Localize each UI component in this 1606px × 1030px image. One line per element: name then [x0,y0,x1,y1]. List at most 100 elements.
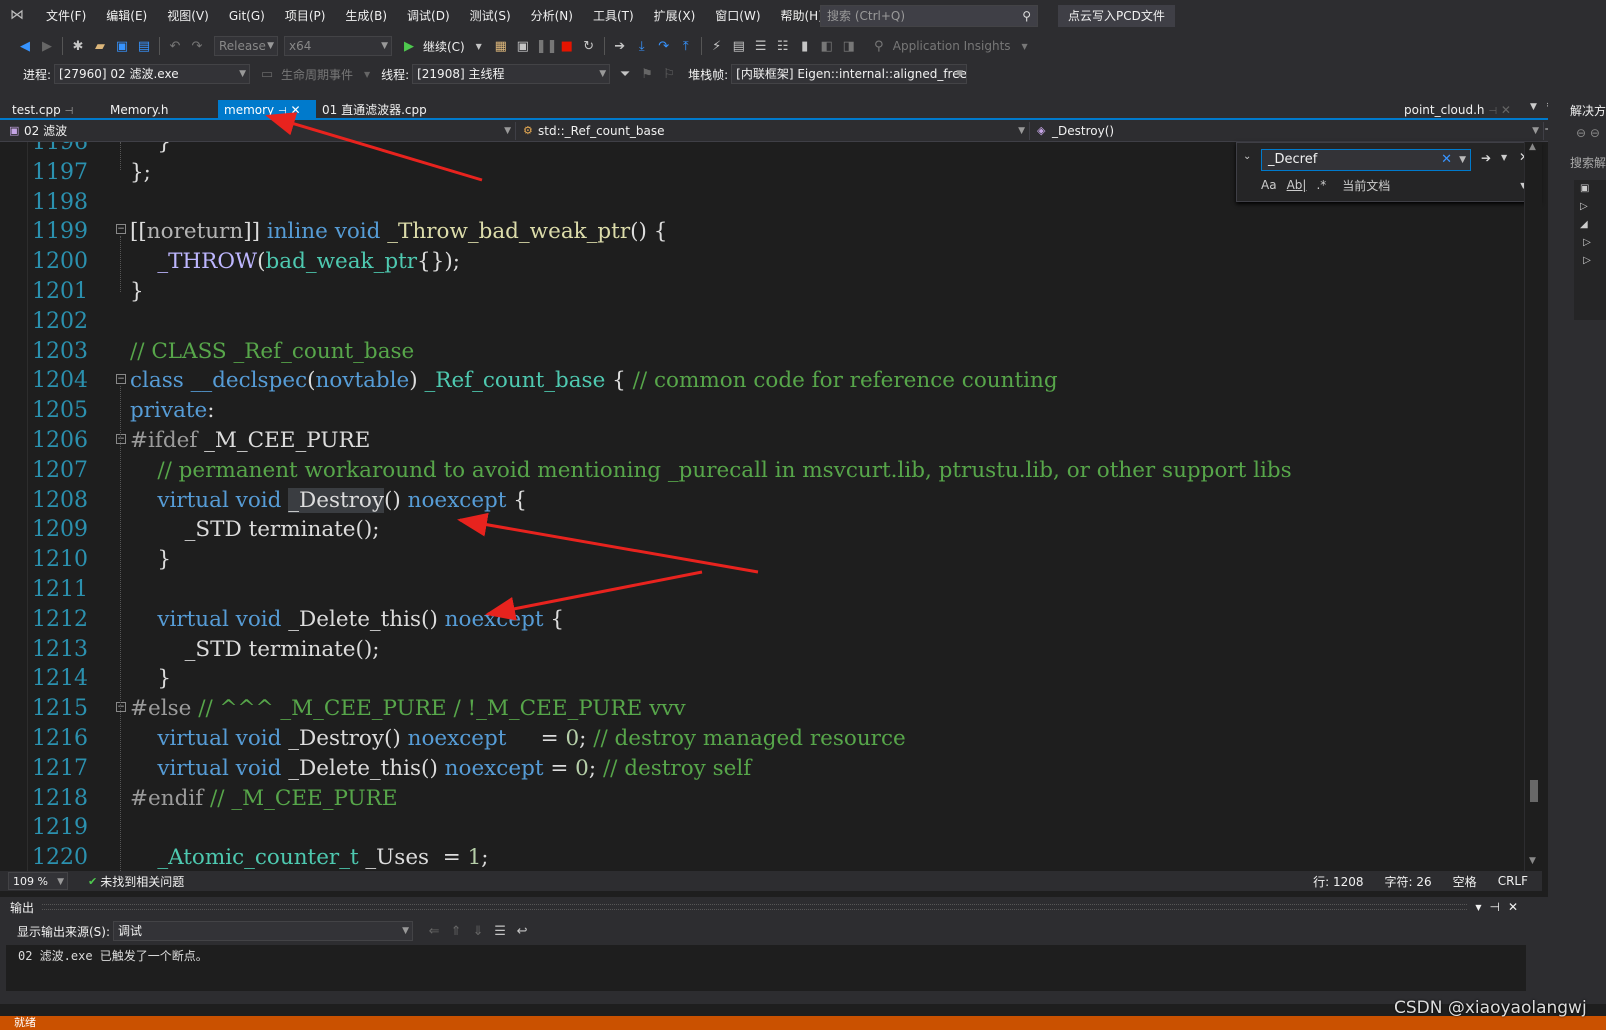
forward-icon[interactable]: ▶ [38,39,56,54]
collapse-icon[interactable]: − [116,374,126,384]
panel-grip[interactable] [42,904,1468,910]
code-line[interactable]: } [130,545,171,575]
output-source-select[interactable]: 调试 ▼ [113,921,414,941]
find-message-icon[interactable]: ⇐ [425,924,443,939]
pin-icon[interactable]: ⊣ [1488,106,1497,117]
bookmark-next-icon[interactable]: ◨ [840,39,858,54]
collapse-icon[interactable]: − [116,434,126,444]
solution-search-input[interactable]: 搜索解 [1570,154,1606,171]
show-next-statement-icon[interactable]: ➔ [611,39,629,54]
stackframe-select[interactable]: [内联框架] Eigen::internal::aligned_free ▼ [731,64,968,84]
collapse-icon[interactable]: − [116,224,126,234]
menu-window[interactable]: 窗口(W) [705,0,770,32]
code-line[interactable]: #endif // _M_CEE_PURE [130,784,398,814]
bookmark-prev-icon[interactable]: ◧ [818,39,836,54]
code-line[interactable]: } [130,664,171,694]
find-scope-select[interactable]: 当前文档 [1342,177,1390,194]
code-line[interactable]: virtual void _Destroy() noexcept = 0; //… [130,724,905,754]
code-line[interactable]: }; [130,158,151,188]
menu-edit[interactable]: 编辑(E) [96,0,157,32]
code-line[interactable]: private: [130,396,215,426]
tab-passthrough-filter-cpp[interactable]: 01 直通滤波器.cpp [316,100,433,120]
app-insights-button[interactable]: Application Insights [893,39,1011,53]
code-line[interactable]: // CLASS _Ref_count_base [130,337,414,367]
member-select[interactable]: ◈ _Destroy() ▼ [1034,122,1544,140]
code-line[interactable]: } [130,142,171,158]
platform-select[interactable]: x64 ▼ [284,36,392,56]
code-line[interactable]: // permanent workaround to avoid mention… [130,456,1291,486]
prev-message-icon[interactable]: ⇑ [447,924,465,939]
output-text[interactable]: 02 滤波.exe 已触发了一个断点。 [6,945,1526,991]
close-icon[interactable]: ✕ [1501,103,1511,117]
new-item-icon[interactable]: ✱ [69,39,87,54]
pause-icon[interactable]: ❚❚ [536,39,558,54]
code-line[interactable]: } [130,277,144,307]
menu-git[interactable]: Git(G) [219,0,275,32]
restart-icon[interactable]: ↻ [580,39,598,54]
step-out-icon[interactable]: ⤒ [677,39,695,54]
format-icon[interactable]: ☰ [752,39,770,54]
code-text[interactable]: }}; [[noreturn]] inline void _Throw_bad_w… [130,142,1530,871]
breakpoint-margin[interactable] [0,142,28,871]
code-line[interactable]: [[noreturn]] inline void _Throw_bad_weak… [130,217,667,247]
bookmark-icon[interactable]: ▮ [796,39,814,54]
menu-file[interactable]: 文件(F) [36,0,96,32]
whitespace-indicator[interactable]: 空格 [1453,873,1477,890]
clear-icon[interactable]: ✕ [1441,150,1452,170]
close-icon[interactable]: ✕ [291,103,301,117]
tab-memory[interactable]: memory ⊣ ✕ [218,100,316,120]
chevron-down-icon[interactable]: ▼ [1459,150,1466,170]
match-case-icon[interactable]: Aa [1261,178,1277,192]
flag-all-icon[interactable]: ⚐ [660,67,678,82]
tab-memory-h[interactable]: Memory.h [104,100,175,120]
menu-project[interactable]: 项目(P) [275,0,336,32]
undo-icon[interactable]: ↶ [166,39,184,54]
clear-all-icon[interactable]: ☰ [491,924,509,939]
code-line[interactable]: virtual void _Delete_this() noexcept { [130,605,564,635]
step-over-icon[interactable]: ↷ [655,39,673,54]
code-line[interactable]: _STD terminate(); [130,635,380,665]
lifecycle-events-button[interactable]: 生命周期事件 [281,66,353,83]
regex-icon[interactable]: .* [1316,178,1326,192]
code-line[interactable]: #else // ^^^ _M_CEE_PURE / !_M_CEE_PURE … [130,694,686,724]
chevron-down-icon[interactable]: ▼ [470,42,488,51]
expand-replace-icon[interactable]: ⌄ [1243,151,1251,162]
line-ending-indicator[interactable]: CRLF [1498,874,1528,888]
zoom-select[interactable]: 109 % ▼ [8,872,68,890]
menu-analyze[interactable]: 分析(N) [521,0,583,32]
chevron-down-icon[interactable]: ▼ [358,70,376,79]
open-file-icon[interactable]: ▰ [91,39,109,54]
code-editor[interactable]: 1196 1197 1198 1199 1200 1201 1202 1203 1204 1205… [0,142,1542,871]
code-line[interactable]: _Atomic_counter_t _Uses = 1; [130,843,488,871]
find-next-icon[interactable]: ➔ [1481,151,1491,165]
config-select[interactable]: Release ▼ [214,36,278,56]
menu-extensions[interactable]: 扩展(X) [644,0,706,32]
menu-tools[interactable]: 工具(T) [583,0,644,32]
collapse-icon[interactable]: − [116,702,126,712]
chevron-down-icon[interactable]: ▼ [1016,42,1034,51]
diagnostics-icon[interactable]: ▤ [730,39,748,54]
line-indicator[interactable]: 行: 1208 [1313,873,1363,890]
scrollbar-thumb[interactable] [1530,780,1538,802]
stop-icon[interactable]: ■ [558,39,576,54]
lightbulb-icon[interactable]: ⚲ [870,39,888,54]
word-wrap-icon[interactable]: ↩ [513,924,531,939]
code-line[interactable]: class __declspec(novtable) _Ref_count_ba… [130,366,1058,396]
close-icon[interactable]: ✕ [1508,900,1518,914]
issues-status[interactable]: 未找到相关问题 [100,873,184,890]
pin-icon[interactable]: ⊣ [1489,900,1499,914]
find-input[interactable]: _Decref ✕ ▼ [1261,149,1471,171]
chevron-down-icon[interactable]: ▼ [1475,903,1481,912]
pin-icon[interactable]: ⊣ [65,106,74,117]
chevron-down-icon[interactable]: ▼ [1501,153,1507,162]
scroll-up-icon[interactable]: ▲ [1529,142,1536,152]
code-line[interactable]: virtual void _Destroy() noexcept { [130,486,527,516]
menu-debug[interactable]: 调试(D) [397,0,460,32]
next-message-icon[interactable]: ⇓ [469,924,487,939]
scroll-down-icon[interactable]: ▼ [1529,856,1536,866]
step-into-icon[interactable]: ⤓ [633,39,651,54]
search-input[interactable]: 搜索 (Ctrl+Q) ⚲ [820,5,1038,27]
tab-point-cloud-h[interactable]: point_cloud.h ⊣ ✕ [1398,100,1517,120]
indent-icon[interactable]: ☷ [774,39,792,54]
menu-test[interactable]: 测试(S) [460,0,521,32]
